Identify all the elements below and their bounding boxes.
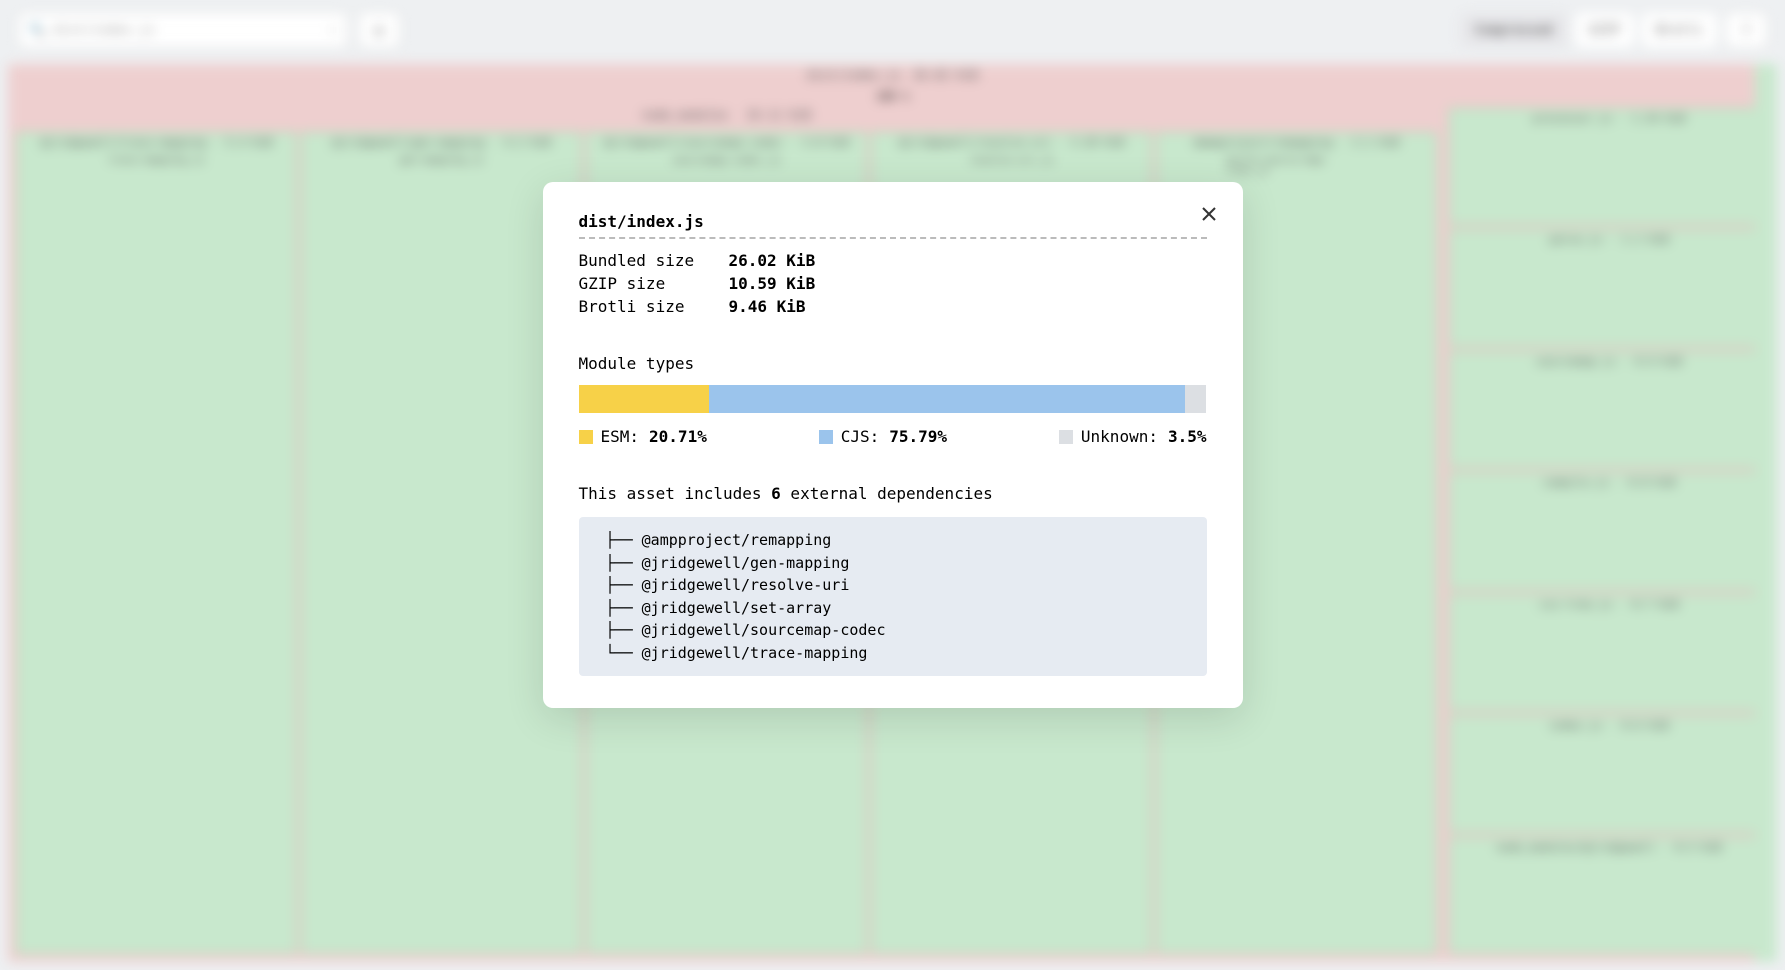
search-icon: 🔍 [29, 23, 45, 38]
legend-value: 75.79% [889, 427, 947, 446]
treemap-box[interactable]: css-tree.js · 0.7 KiB [1449, 594, 1769, 711]
root-size: 26.02 KiB [913, 68, 978, 82]
module-types-legend: ESM: 20.71% CJS: 75.79% Unknown: 3.5% [579, 427, 1207, 446]
legend-label: Unknown: [1081, 427, 1158, 446]
settings-icon-button[interactable]: ⚙ [358, 12, 400, 48]
treemap-box[interactable]: parse.js · 1.1 KiB [1449, 229, 1769, 346]
modal-title: dist/index.js [579, 212, 1207, 231]
top-toolbar: 🔍 dist/index.js ✕ ⚙ Compressed GZIP Brot… [18, 10, 1767, 50]
divider [579, 237, 1207, 239]
bar-segment-cjs [709, 385, 1185, 413]
size-label: Brotli size [579, 297, 729, 316]
root-name: dist/index.js [807, 68, 901, 82]
treemap-box[interactable]: @jridgewell/trace-mapping · 5.4 KiBtrace… [16, 132, 297, 954]
legend-value: 20.71% [649, 427, 707, 446]
deps-tree: ├── @ampproject/remapping ├── @jridgewel… [579, 517, 1207, 676]
treemap-box[interactable]: node_modules/@jridgewell · 0.5 KiB [1449, 837, 1769, 954]
deps-summary: This asset includes 6 external dependenc… [579, 484, 1207, 503]
legend-label: CJS: [841, 427, 880, 446]
size-value: 26.02 KiB [729, 251, 816, 270]
size-row: Brotli size9.46 KiB [579, 297, 1207, 316]
legend-item: Unknown: 3.5% [1059, 427, 1207, 446]
legend-item: CJS: 75.79% [819, 427, 947, 446]
close-button[interactable] [1195, 200, 1223, 228]
treemap-box[interactable]: index.js · 0.6 KiB [1449, 715, 1769, 832]
tab-brotli[interactable]: Brotli [1642, 13, 1717, 47]
legend-swatch [579, 430, 593, 444]
treemap-box[interactable]: compile.js · 0.8 KiB [1449, 472, 1769, 589]
legend-swatch [1059, 430, 1073, 444]
legend-label: ESM: [601, 427, 640, 446]
treemap-box[interactable]: @jridgewell/gen-mapping · 4.2 KiBgen-map… [301, 132, 582, 954]
size-label: GZIP size [579, 274, 729, 293]
tab-gzip[interactable]: GZIP [1575, 13, 1634, 47]
tab-compressed[interactable]: Compressed [1460, 13, 1566, 47]
clear-search-icon[interactable]: ✕ [329, 23, 337, 38]
close-icon [1201, 206, 1217, 222]
size-label: Bundled size [579, 251, 729, 270]
nm-name: node_modules [642, 108, 729, 122]
root-pct: 100 % [876, 90, 909, 103]
module-types-bar [579, 385, 1207, 413]
size-value: 10.59 KiB [729, 274, 816, 293]
bar-segment-esm [579, 385, 709, 413]
size-row: Bundled size26.02 KiB [579, 251, 1207, 270]
size-value: 9.46 KiB [729, 297, 806, 316]
search-value: dist/index.js [53, 23, 155, 38]
deps-prefix: This asset includes [579, 484, 772, 503]
help-icon-button[interactable]: ? [1725, 12, 1767, 48]
bar-segment-unknown [1185, 385, 1207, 413]
deps-count: 6 [771, 484, 781, 503]
legend-swatch [819, 430, 833, 444]
deps-suffix: external dependencies [781, 484, 993, 503]
module-types-label: Module types [579, 354, 1207, 373]
treemap-side-strip [1755, 64, 1777, 962]
asset-details-modal: dist/index.js Bundled size26.02 KiBGZIP … [543, 182, 1243, 708]
nm-size: 19.11 KiB [746, 108, 811, 122]
legend-item: ESM: 20.71% [579, 427, 707, 446]
legend-value: 3.5% [1168, 427, 1207, 446]
search-input[interactable]: 🔍 dist/index.js ✕ [18, 12, 348, 48]
size-row: GZIP size10.59 KiB [579, 274, 1207, 293]
treemap-box[interactable]: sourcemap.js · 0.9 KiB [1449, 351, 1769, 468]
treemap-box[interactable]: processor.js · 1.34 KiB [1449, 108, 1769, 225]
